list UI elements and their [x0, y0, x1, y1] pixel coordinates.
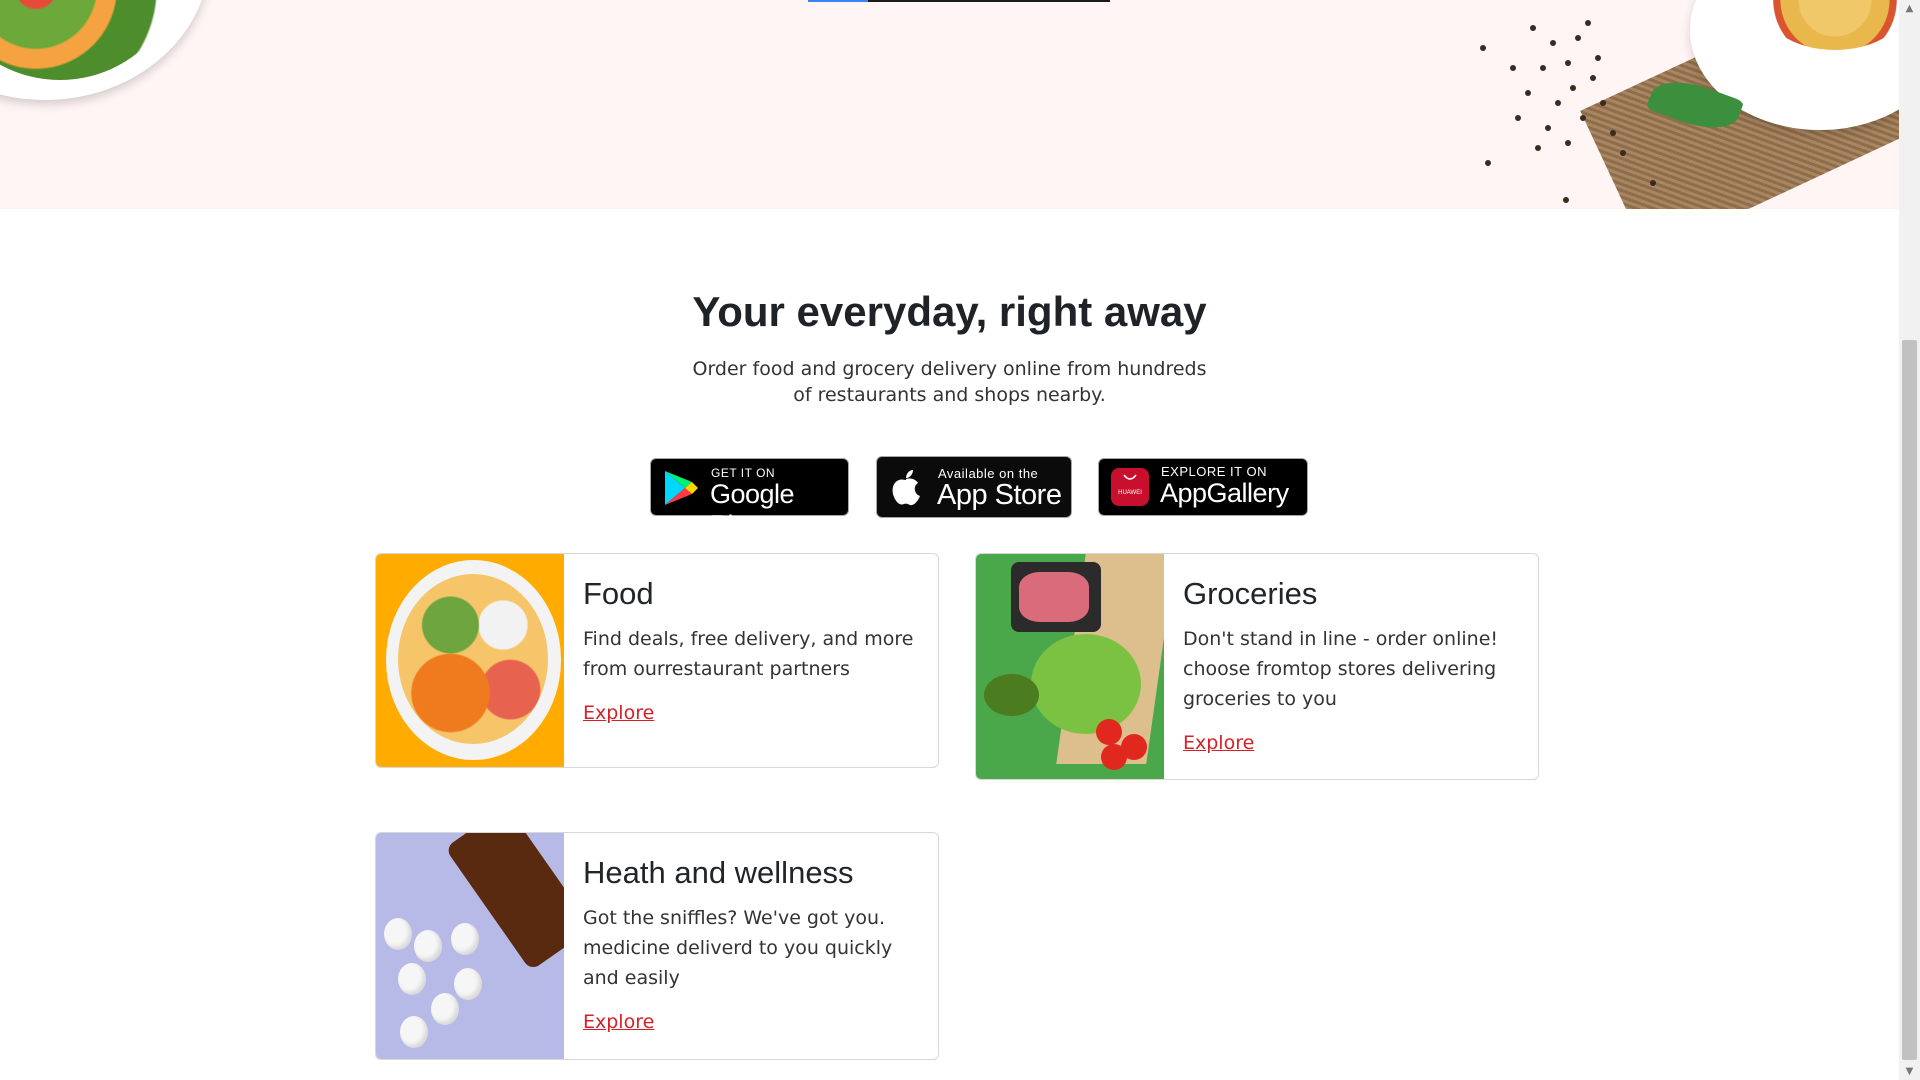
- huawei-logo-text: HUAWEI: [1118, 490, 1142, 496]
- page: Your everyday, right away Order food and…: [0, 0, 1899, 1080]
- health-card-description: Got the sniffles? We've got you. medicin…: [583, 907, 893, 989]
- app-store-badge[interactable]: Available on the App Store: [876, 456, 1072, 518]
- food-card-title: Food: [583, 576, 654, 611]
- groceries-card: Groceries Don't stand in line - order on…: [975, 553, 1539, 780]
- vertical-scrollbar[interactable]: ▲ ▼: [1899, 0, 1920, 1080]
- scroll-up-arrow-icon[interactable]: ▲: [1899, 0, 1920, 17]
- google-play-label: Google Play: [710, 479, 795, 540]
- health-image: [376, 833, 564, 1059]
- food-image: [376, 554, 564, 767]
- app-store-label: App Store: [937, 479, 1062, 511]
- section-subheading: Order food and grocery delivery online f…: [692, 358, 1207, 406]
- google-play-triangle-icon: [665, 471, 698, 505]
- scroll-down-arrow-icon[interactable]: ▼: [1899, 1063, 1920, 1080]
- food-card: Food Find deals, free delivery, and more…: [375, 553, 939, 768]
- health-explore-link[interactable]: Explore: [583, 1011, 654, 1033]
- app-gallery-small-label: EXPLORE IT ON: [1161, 464, 1267, 479]
- app-gallery-badge[interactable]: HUAWEI EXPLORE IT ON AppGallery: [1098, 458, 1308, 516]
- food-card-description: Find deals, free delivery, and more from…: [583, 628, 914, 680]
- health-card: Heath and wellness Got the sniffles? We'…: [375, 832, 939, 1060]
- groceries-card-description: Don't stand in line - order online! choo…: [1183, 628, 1499, 710]
- hero-tab-indicator: [808, 0, 1110, 2]
- groceries-image: [976, 554, 1164, 779]
- app-gallery-label: AppGallery: [1160, 478, 1289, 508]
- hero-banner: [0, 0, 1899, 209]
- peppercorns-image: [1470, 5, 1660, 205]
- scrollbar-thumb[interactable]: [1902, 340, 1917, 1060]
- google-play-badge[interactable]: GET IT ON Google Play: [650, 458, 849, 540]
- groceries-card-title: Groceries: [1183, 576, 1318, 611]
- google-play-small-label: GET IT ON: [711, 466, 776, 480]
- huawei-appgallery-icon: HUAWEI: [1111, 468, 1149, 506]
- intro-section: Your everyday, right away Order food and…: [0, 280, 1899, 408]
- section-heading: Your everyday, right away: [692, 288, 1207, 335]
- health-card-title: Heath and wellness: [583, 855, 854, 890]
- groceries-explore-link[interactable]: Explore: [1183, 732, 1254, 754]
- apple-icon: [892, 470, 920, 506]
- bag-handle-icon: [1123, 474, 1137, 480]
- food-explore-link[interactable]: Explore: [583, 702, 654, 724]
- hero-tab-active-indicator: [808, 0, 868, 2]
